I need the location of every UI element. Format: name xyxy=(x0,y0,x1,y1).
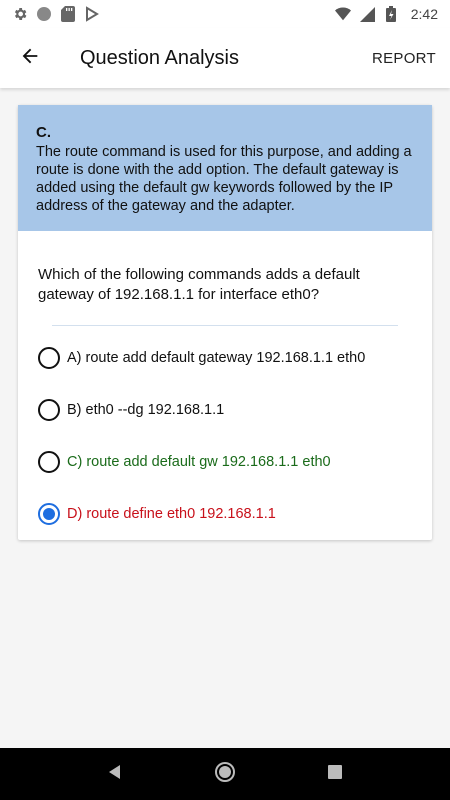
status-system: 2:42 xyxy=(334,6,438,22)
circle-icon xyxy=(36,6,52,22)
radio-checked-icon[interactable] xyxy=(38,503,60,525)
signal-icon xyxy=(359,6,375,22)
answer-explanation-box: C. The route command is used for this pu… xyxy=(18,105,432,231)
home-circle-icon xyxy=(214,761,236,788)
answer-explanation-text: The route command is used for this purpo… xyxy=(36,144,412,214)
question-text: Which of the following commands adds a d… xyxy=(38,266,360,303)
nav-back-button[interactable] xyxy=(95,754,135,794)
recents-square-icon xyxy=(328,764,342,784)
radio-unchecked-icon[interactable] xyxy=(38,399,60,421)
option-label: A) route add default gateway 192.168.1.1… xyxy=(67,350,366,366)
gear-icon xyxy=(12,6,28,22)
option-a[interactable]: A) route add default gateway 192.168.1.1… xyxy=(38,332,432,384)
status-bar: 2:42 xyxy=(0,0,450,28)
option-label: C) route add default gw 192.168.1.1 eth0 xyxy=(67,454,331,470)
status-notifications xyxy=(12,6,100,22)
option-label: D) route define eth0 192.168.1.1 xyxy=(67,506,276,522)
wifi-icon xyxy=(334,6,351,22)
option-c[interactable]: C) route add default gw 192.168.1.1 eth0 xyxy=(38,436,432,488)
system-nav-bar xyxy=(0,748,450,800)
nav-recents-button[interactable] xyxy=(315,754,355,794)
radio-unchecked-icon[interactable] xyxy=(38,347,60,369)
page-title: Question Analysis xyxy=(80,46,239,69)
option-b[interactable]: B) eth0 --dg 192.168.1.1 xyxy=(38,384,432,436)
nav-home-button[interactable] xyxy=(205,754,245,794)
options-list: A) route add default gateway 192.168.1.1… xyxy=(18,326,432,540)
back-button[interactable] xyxy=(2,28,58,88)
radio-unchecked-icon[interactable] xyxy=(38,451,60,473)
arrow-back-icon xyxy=(19,45,41,72)
battery-icon xyxy=(383,6,399,22)
status-time: 2:42 xyxy=(410,6,438,22)
back-triangle-icon xyxy=(107,764,123,785)
sd-card-icon xyxy=(60,6,76,22)
correct-answer-letter: C. xyxy=(36,124,51,141)
question-card: C. The route command is used for this pu… xyxy=(18,105,432,540)
option-label: B) eth0 --dg 192.168.1.1 xyxy=(67,402,225,418)
play-store-icon xyxy=(84,6,100,22)
app-bar: Question Analysis REPORT xyxy=(0,28,450,88)
option-d[interactable]: D) route define eth0 192.168.1.1 xyxy=(38,488,432,540)
report-button[interactable]: REPORT xyxy=(372,50,436,67)
